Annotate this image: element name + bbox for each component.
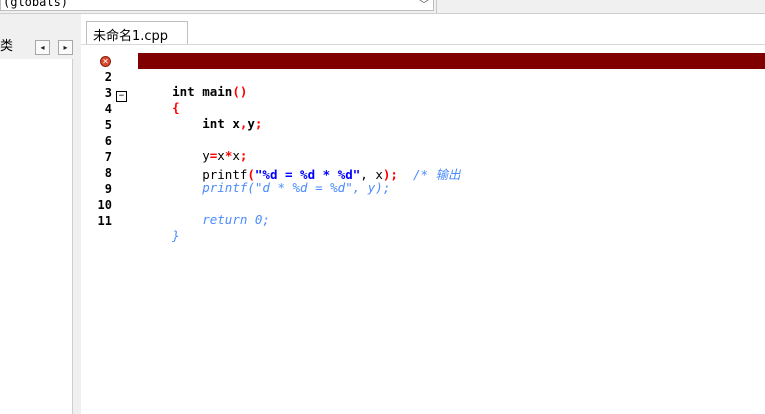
line-number: 3 [104,86,112,100]
line-number: 6 [104,134,112,148]
fold-collapse-icon[interactable]: − [116,91,127,102]
code-line-4: int x,y; [142,101,262,131]
line-number: 11 [97,214,112,228]
code-line-3: { [142,85,180,115]
code-comment: return 0; [172,212,270,227]
line-number: 5 [104,118,112,132]
code-editor[interactable]: #include <stdio> int main() { int x,y; y… [138,45,765,414]
line-number: 4 [104,102,112,116]
code-line-1: #include <stdio> [142,53,294,84]
chevron-down-icon[interactable]: ﹀ [419,0,429,11]
line-number: 10 [97,198,112,212]
tab-scroll-left-button[interactable]: ◂ [35,40,50,55]
code-comment: } [172,228,180,243]
tab-scroll-right-button[interactable]: ▸ [58,40,73,55]
tab-file-untitled1[interactable]: 未命名1.cpp [86,21,188,45]
code-decl: int x [172,116,240,131]
code-line-7: printf("%d = %d * %d", x); /* 输出 [142,149,460,182]
tab-classes[interactable]: 类 [0,36,20,58]
code-line-10: return 0; [142,197,270,227]
editor-gutter: ✕ 2 3 4 5 6 7 8 9 10 11 − [88,45,135,414]
code-semicolon: ; [254,116,263,131]
code-line-11: } [142,213,180,243]
code-comment: /* 输出 [397,167,461,182]
top-toolbar: (globals) ﹀ [0,0,765,14]
code-parens: () [232,84,248,99]
line-number: 2 [104,70,112,84]
class-tree-view[interactable] [0,59,73,414]
file-tab-label: 未命名1.cpp [93,29,169,44]
code-comment: printf("d * %d = %d", y); [172,180,391,195]
line-number: 9 [104,182,112,196]
line-number: 8 [104,166,112,180]
globals-scope-select[interactable]: (globals) ﹀ [0,0,434,11]
toolbar-separator [436,0,437,13]
code-line-8: printf("d * %d = %d", y); [142,165,390,195]
globals-scope-value: (globals) [3,0,69,9]
code-line-2: int main() [142,69,247,99]
code-main-signature: int main [172,84,233,99]
class-browser-panel: 类 ◂ ▸ [0,14,81,414]
text-cursor [292,69,294,84]
line-number [88,53,112,69]
line-number: 7 [104,150,112,164]
code-line-6: y=x*x; [142,133,247,163]
code-ident: y [247,116,255,131]
